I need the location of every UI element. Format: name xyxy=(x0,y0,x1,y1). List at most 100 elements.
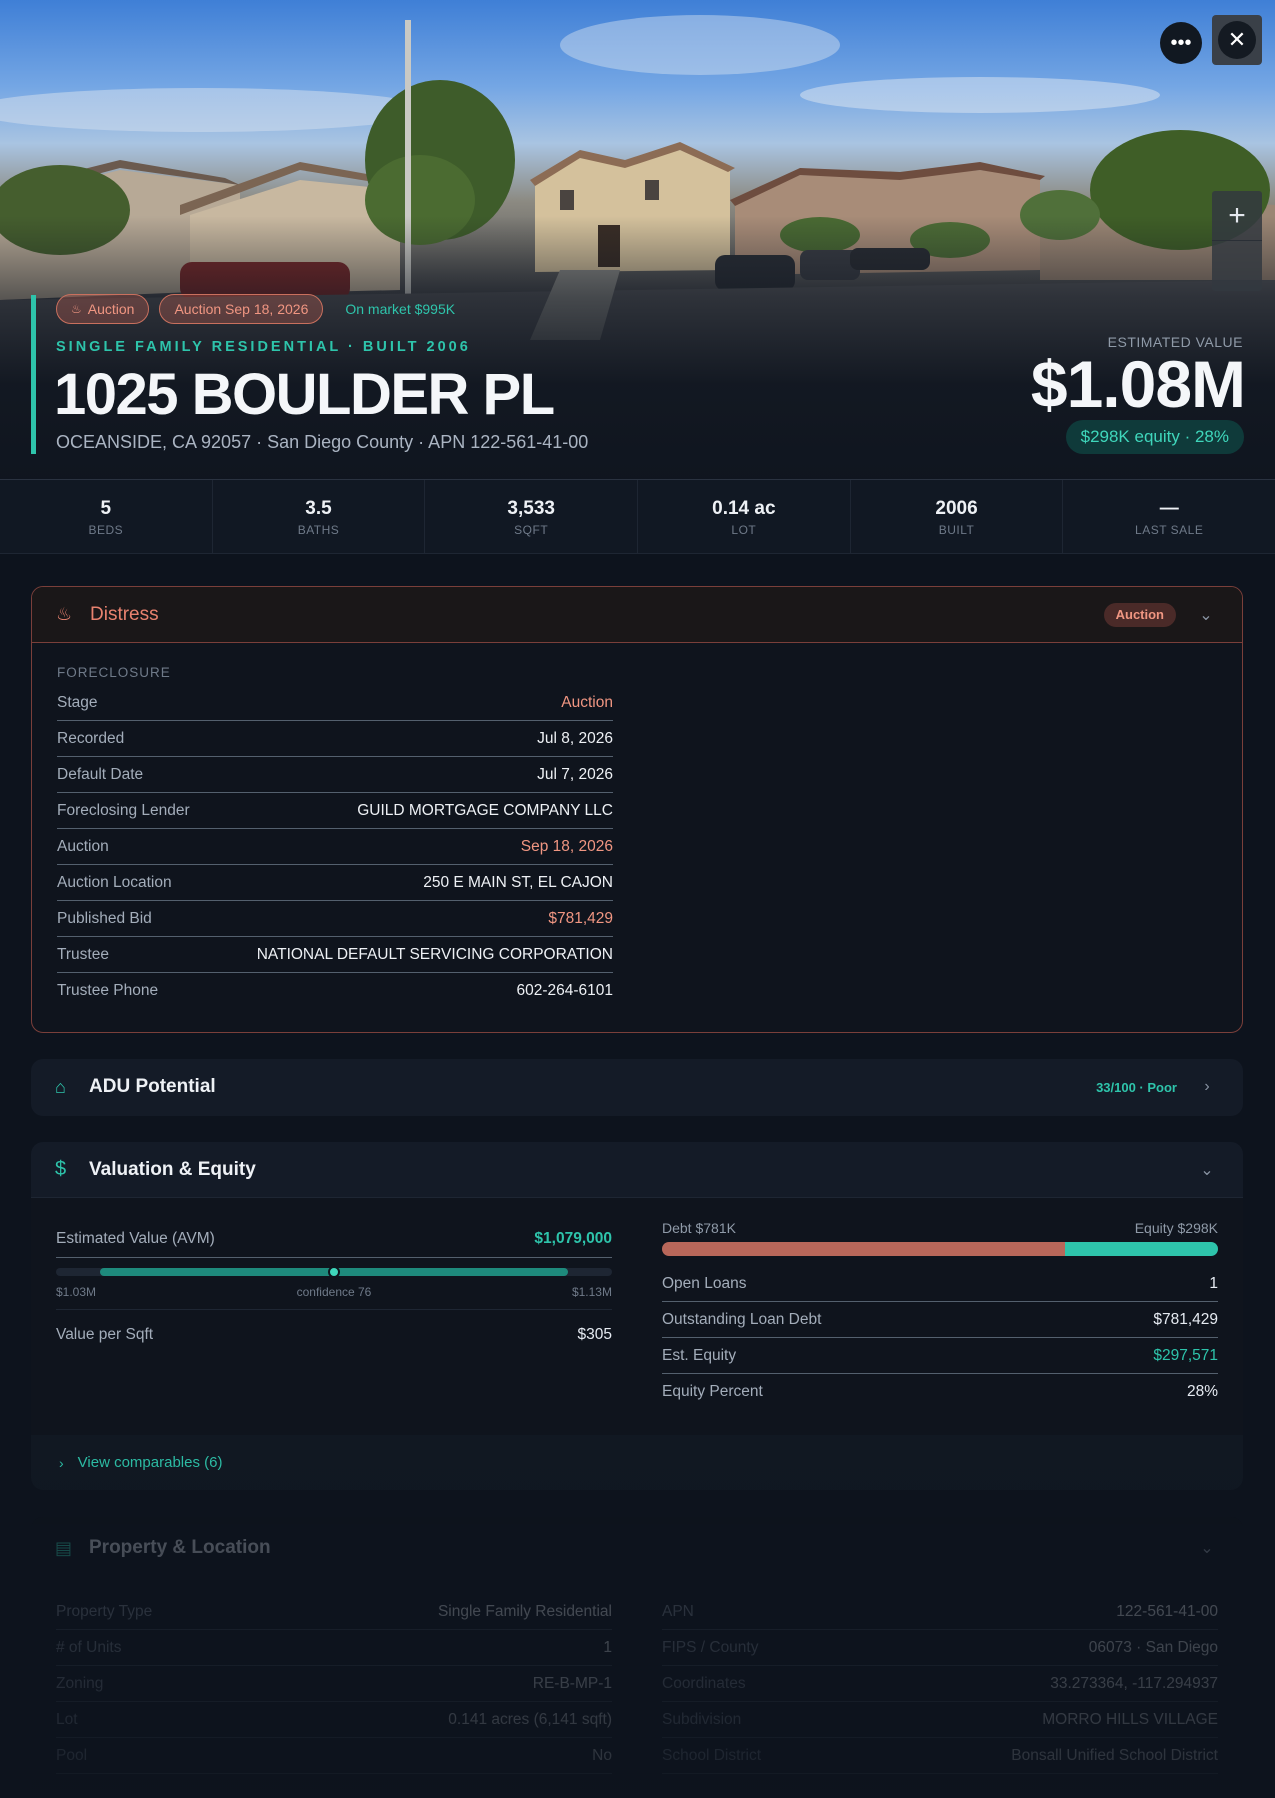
home-icon: ⌂ xyxy=(55,1076,66,1097)
detail-key: Coordinates xyxy=(662,1674,746,1692)
valuation-card-header[interactable]: $ Valuation & Equity ⌄ xyxy=(31,1142,1243,1198)
equity-section: Debt $781K Equity $298K Open Loans 1 Outs… xyxy=(662,1220,1218,1410)
detail-value: No xyxy=(592,1746,612,1764)
detail-key: Recorded xyxy=(57,729,125,747)
detail-value: $781,429 xyxy=(1153,1310,1218,1328)
detail-value: Jul 7, 2026 xyxy=(537,765,613,783)
avm-marker xyxy=(328,1266,340,1278)
stat-value: 2006 xyxy=(935,498,978,519)
property-address: 1025 BOULDER PL xyxy=(54,362,555,427)
valuation-title: Valuation & Equity xyxy=(89,1158,256,1180)
detail-key: Outstanding Loan Debt xyxy=(662,1310,822,1328)
view-comparables-link[interactable]: › View comparables (6) xyxy=(31,1435,1243,1490)
property-card-header[interactable]: ▤ Property & Location ⌄ xyxy=(31,1517,1243,1579)
detail-key: APN xyxy=(662,1602,694,1620)
detail-row: Open Loans 1 xyxy=(662,1266,1218,1302)
estimated-value: $1.08M xyxy=(1030,347,1246,421)
detail-row: Default Date Jul 7, 2026 xyxy=(57,757,613,793)
distress-status-badge: Auction xyxy=(1103,602,1176,627)
hero-image: ••• ✕ + ♨ Auction Auction Sep 18, 2026 O… xyxy=(0,0,1275,480)
detail-value: NATIONAL DEFAULT SERVICING CORPORATION xyxy=(256,945,613,963)
detail-row: Zoning RE-B-MP-1 xyxy=(56,1666,612,1702)
detail-value: 28% xyxy=(1186,1383,1218,1400)
property-type-line: SINGLE FAMILY RESIDENTIAL · BUILT 2006 xyxy=(56,339,471,355)
detail-value: $297,571 xyxy=(1153,1346,1218,1364)
detail-value: Jul 8, 2026 xyxy=(537,729,613,747)
flame-icon: ♨ xyxy=(56,604,73,624)
auction-badge: ♨ Auction xyxy=(56,294,150,324)
stat-baths: 3.5 BATHS xyxy=(213,480,426,553)
detail-key: Default Date xyxy=(57,765,144,783)
distress-card-header[interactable]: ♨ Distress Auction ⌄ xyxy=(32,587,1242,643)
avm-range-track xyxy=(56,1266,612,1278)
property-subline: OCEANSIDE, CA 92057 · San Diego County ·… xyxy=(56,432,589,452)
detail-row: Pool No xyxy=(56,1738,612,1774)
auction-date-badge: Auction Sep 18, 2026 xyxy=(159,294,324,324)
detail-value: 602-264-6101 xyxy=(516,982,613,999)
adu-title: ADU Potential xyxy=(89,1076,216,1097)
zoom-out-button[interactable] xyxy=(1212,241,1262,291)
equity-segment xyxy=(1064,1242,1218,1256)
foreclosure-details: Stage Auction Recorded Jul 8, 2026 Default… xyxy=(57,685,613,1009)
hero-accent-bar xyxy=(31,295,36,454)
detail-value: 1 xyxy=(1209,1274,1218,1292)
detail-row: School District Bonsall Unified School Di… xyxy=(662,1738,1218,1774)
detail-value: 33.273364, -117.294937 xyxy=(1050,1674,1218,1692)
value-per-sqft-label: Value per Sqft xyxy=(56,1326,154,1343)
chevron-down-icon[interactable]: ⌄ xyxy=(1195,1538,1219,1558)
more-horizontal-icon: ••• xyxy=(1170,31,1192,54)
detail-key: School District xyxy=(662,1746,762,1764)
chevron-right-icon[interactable]: › xyxy=(1195,1078,1219,1096)
adu-card-header[interactable]: ⌂ ADU Potential 33/100 · Poor › xyxy=(31,1059,1243,1115)
value-per-sqft: $305 xyxy=(577,1326,612,1343)
more-options-button[interactable]: ••• xyxy=(1160,22,1202,64)
detail-row: Recorded Jul 8, 2026 xyxy=(57,721,613,757)
adu-score: 33/100 · Poor xyxy=(1096,1079,1177,1095)
distress-title: Distress xyxy=(90,603,159,625)
property-title: Property & Location xyxy=(89,1537,271,1558)
stat-beds: 5 BEDS xyxy=(0,480,213,553)
view-comparables-label: View comparables (6) xyxy=(77,1454,223,1471)
property-location-card: ▤ Property & Location ⌄ Property Type Sin… xyxy=(31,1517,1243,1798)
value-per-sqft-row: Value per Sqft $305 xyxy=(56,1310,612,1360)
property-left-column: Property Type Single Family Residential #… xyxy=(56,1594,612,1774)
detail-row: Trustee Phone 602-264-6101 xyxy=(57,973,613,1009)
detail-value: $781,429 xyxy=(548,909,613,927)
avm-label: Estimated Value (AVM) xyxy=(56,1229,215,1247)
equity-label: Equity $298K xyxy=(1134,1220,1218,1236)
stat-value: — xyxy=(1159,498,1179,519)
detail-value: 06073 · San Diego xyxy=(1088,1638,1218,1656)
stat-value: 3,533 xyxy=(507,498,555,519)
flame-icon: ♨ xyxy=(71,302,82,316)
detail-row: APN 122-561-41-00 xyxy=(662,1594,1218,1630)
detail-key: Zoning xyxy=(56,1674,104,1692)
detail-key: Stage xyxy=(57,693,98,711)
avm-value: $1,079,000 xyxy=(534,1229,612,1247)
stat-lot: 0.14 ac LOT xyxy=(638,480,851,553)
close-button[interactable]: ✕ xyxy=(1212,15,1262,65)
stat-label: BATHS xyxy=(297,523,340,537)
detail-value: Auction xyxy=(561,693,613,711)
detail-row: # of Units 1 xyxy=(56,1630,612,1666)
detail-row: Outstanding Loan Debt $781,429 xyxy=(662,1302,1218,1338)
detail-row: Est. Equity $297,571 xyxy=(662,1338,1218,1374)
detail-value: 122-561-41-00 xyxy=(1116,1602,1218,1620)
detail-value: Sep 18, 2026 xyxy=(520,837,613,855)
stat-sqft: 3,533 SQFT xyxy=(425,480,639,553)
stat-built: 2006 BUILT xyxy=(851,480,1064,553)
detail-row: Subdivision MORRO HILLS VILLAGE xyxy=(662,1702,1218,1738)
zoom-in-button[interactable]: + xyxy=(1212,191,1262,241)
property-stats-bar: 5 BEDS 3.5 BATHS 3,533 SQFT 0.14 ac LOT 2006… xyxy=(0,480,1275,554)
map-zoom-control: + xyxy=(1212,191,1262,291)
equity-pill: $298K equity · 28% xyxy=(1065,420,1244,454)
detail-row: Lot 0.141 acres (6,141 sqft) xyxy=(56,1702,612,1738)
close-icon: ✕ xyxy=(1227,27,1247,52)
detail-row: Auction Sep 18, 2026 xyxy=(57,829,613,865)
detail-key: Pool xyxy=(56,1746,88,1764)
chevron-down-icon[interactable]: ⌄ xyxy=(1195,1160,1219,1180)
detail-key: Trustee Phone xyxy=(57,982,159,999)
dollar-icon: $ xyxy=(55,1158,67,1180)
stat-value: 3.5 xyxy=(305,498,332,519)
chevron-down-icon[interactable]: ⌄ xyxy=(1194,605,1218,625)
adu-potential-card[interactable]: ⌂ ADU Potential 33/100 · Poor › xyxy=(31,1059,1243,1116)
